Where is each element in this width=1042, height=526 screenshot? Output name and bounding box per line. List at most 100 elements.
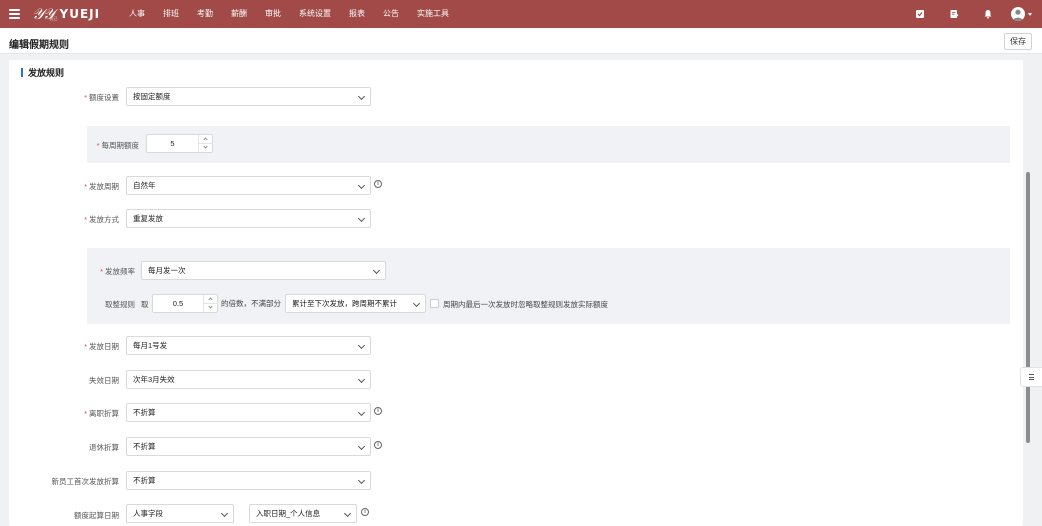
cycle-value: 自然年 — [133, 181, 156, 190]
rounding-prefix: 取 — [141, 300, 149, 309]
side-panel-toggle-icon[interactable] — [1020, 367, 1042, 387]
stepper-buttons — [203, 295, 217, 312]
required-marker: * — [84, 182, 87, 191]
leave-prorate-label: * 离职折算 — [84, 409, 119, 418]
info-icon[interactable]: i — [374, 407, 382, 415]
nav-item-attendance[interactable]: 考勤 — [188, 0, 222, 28]
rounding-mode-value: 累计至下次发放，跨周期不累计 — [292, 299, 397, 308]
decrement-button[interactable] — [204, 304, 217, 313]
document-edit-icon[interactable] — [937, 0, 971, 28]
leave-prorate-select[interactable]: 不折算 — [126, 403, 371, 422]
chevron-down-icon — [412, 299, 421, 308]
nav-item-announcements[interactable]: 公告 — [374, 0, 408, 28]
top-right-tools — [903, 0, 1042, 28]
form-card: 发放规则 * 额度设置 按固定额度 * 每周期额度 5 * 发放周期 自然年 i * 发… — [9, 60, 1023, 526]
required-marker: * — [84, 409, 87, 418]
chevron-down-icon — [1028, 12, 1032, 16]
bell-icon[interactable] — [971, 0, 1005, 28]
rounding-multiple-stepper[interactable]: 0.5 — [152, 294, 218, 313]
newhire-prorate-select[interactable]: 不折算 — [126, 471, 371, 490]
quota-setting-label: * 额度设置 — [84, 93, 119, 102]
rounding-multiple-value[interactable]: 0.5 — [153, 295, 203, 312]
expire-date-value: 次年3月失效 — [133, 375, 175, 384]
chevron-down-icon — [357, 408, 366, 417]
method-select[interactable]: 重复发放 — [126, 209, 371, 228]
per-cycle-panel: * 每周期额度 5 — [87, 126, 1010, 163]
newhire-prorate-value: 不折算 — [133, 476, 156, 485]
required-marker: * — [84, 215, 87, 224]
chevron-down-icon — [357, 181, 366, 190]
quota-start-field-value: 入职日期_个人信息 — [256, 509, 321, 518]
frequency-label: * 发放频率 — [100, 267, 135, 276]
method-value: 重复发放 — [133, 214, 163, 223]
menu-icon[interactable] — [0, 0, 28, 28]
page-header: 编辑假期规则 保存 — [0, 28, 1042, 54]
expire-date-select[interactable]: 次年3月失效 — [126, 370, 371, 389]
app-logo[interactable]: 𝒴𝒴 悦己 YUEJI — [32, 4, 112, 24]
rounding-label: 取整规则 — [105, 300, 135, 309]
ignore-rounding-checkbox[interactable] — [430, 299, 439, 308]
save-button[interactable]: 保存 — [1004, 33, 1032, 50]
frequency-panel: * 发放频率 每月发一次 取整规则 取 0.5 的倍数，不满部分 累计至下次发放，… — [87, 248, 1010, 324]
logo-subtitle: 悦己 — [49, 16, 58, 21]
quota-setting-select[interactable]: 按固定额度 — [126, 87, 371, 106]
quota-setting-value: 按固定额度 — [133, 92, 171, 101]
info-icon[interactable]: i — [374, 180, 382, 188]
nav-item-personnel[interactable]: 人事 — [120, 0, 154, 28]
chevron-down-icon — [357, 375, 366, 384]
chevron-down-icon — [357, 92, 366, 101]
increment-button[interactable] — [204, 295, 217, 304]
expire-date-label: 失效日期 — [89, 376, 119, 385]
required-marker: * — [84, 342, 87, 351]
required-marker: * — [100, 267, 103, 276]
nav-item-system-settings[interactable]: 系统设置 — [290, 0, 340, 28]
chevron-down-icon — [372, 266, 381, 275]
nav-item-implementation-tools[interactable]: 实施工具 — [408, 0, 458, 28]
retire-prorate-value: 不折算 — [133, 442, 156, 451]
logo-text: YUEJI — [59, 7, 101, 21]
chevron-down-icon — [357, 214, 366, 223]
quota-start-field-select[interactable]: 入职日期_个人信息 — [249, 504, 357, 523]
section-accent-bar — [21, 68, 23, 77]
section-title: 发放规则 — [28, 68, 65, 78]
frequency-select[interactable]: 每月发一次 — [141, 261, 386, 280]
quota-start-type-value: 人事字段 — [133, 509, 163, 518]
per-cycle-quota-stepper[interactable]: 5 — [146, 134, 213, 153]
main-nav: 人事 排班 考勤 薪酬 审批 系统设置 报表 公告 实施工具 — [120, 0, 458, 28]
nav-item-scheduling[interactable]: 排班 — [154, 0, 188, 28]
per-cycle-quota-value[interactable]: 5 — [147, 135, 198, 152]
issue-date-select[interactable]: 每月1号发 — [126, 336, 371, 355]
retire-prorate-select[interactable]: 不折算 — [126, 437, 371, 456]
checklist-icon[interactable] — [903, 0, 937, 28]
decrement-button[interactable] — [199, 144, 212, 153]
issue-date-value: 每月1号发 — [133, 341, 168, 350]
page-title: 编辑假期规则 — [9, 40, 69, 51]
cycle-select[interactable]: 自然年 — [126, 176, 371, 195]
frequency-value: 每月发一次 — [148, 266, 186, 275]
retire-prorate-label: 退休折算 — [89, 443, 119, 452]
nav-item-payroll[interactable]: 薪酬 — [222, 0, 256, 28]
cycle-label: * 发放周期 — [84, 182, 119, 191]
user-menu[interactable] — [1011, 7, 1032, 21]
nav-item-reports[interactable]: 报表 — [340, 0, 374, 28]
user-avatar-icon — [1011, 7, 1025, 21]
required-marker: * — [84, 93, 87, 102]
quota-start-type-select[interactable]: 人事字段 — [126, 504, 234, 523]
ignore-rounding-label[interactable]: 周期内最后一次发放时忽略取整规则发放实际额度 — [443, 299, 608, 310]
rounding-suffix: 的倍数，不满部分 — [221, 299, 281, 308]
increment-button[interactable] — [199, 135, 212, 144]
scrollbar-thumb[interactable] — [1026, 172, 1030, 443]
quota-start-label: 额度起算日期 — [74, 511, 119, 520]
info-icon[interactable]: i — [374, 441, 382, 449]
newhire-prorate-label: 新员工首次发放折算 — [51, 477, 120, 486]
stepper-buttons — [198, 135, 212, 152]
per-cycle-quota-label: * 每周期额度 — [96, 141, 139, 150]
leave-prorate-value: 不折算 — [133, 408, 156, 417]
info-icon[interactable]: i — [361, 508, 369, 516]
chevron-down-icon — [357, 341, 366, 350]
issue-date-label: * 发放日期 — [84, 342, 119, 351]
nav-item-approval[interactable]: 审批 — [256, 0, 290, 28]
rounding-mode-select[interactable]: 累计至下次发放，跨周期不累计 — [285, 294, 426, 313]
chevron-down-icon — [357, 442, 366, 451]
top-navigation-bar: 𝒴𝒴 悦己 YUEJI 人事 排班 考勤 薪酬 审批 系统设置 报表 公告 实施… — [0, 0, 1042, 28]
